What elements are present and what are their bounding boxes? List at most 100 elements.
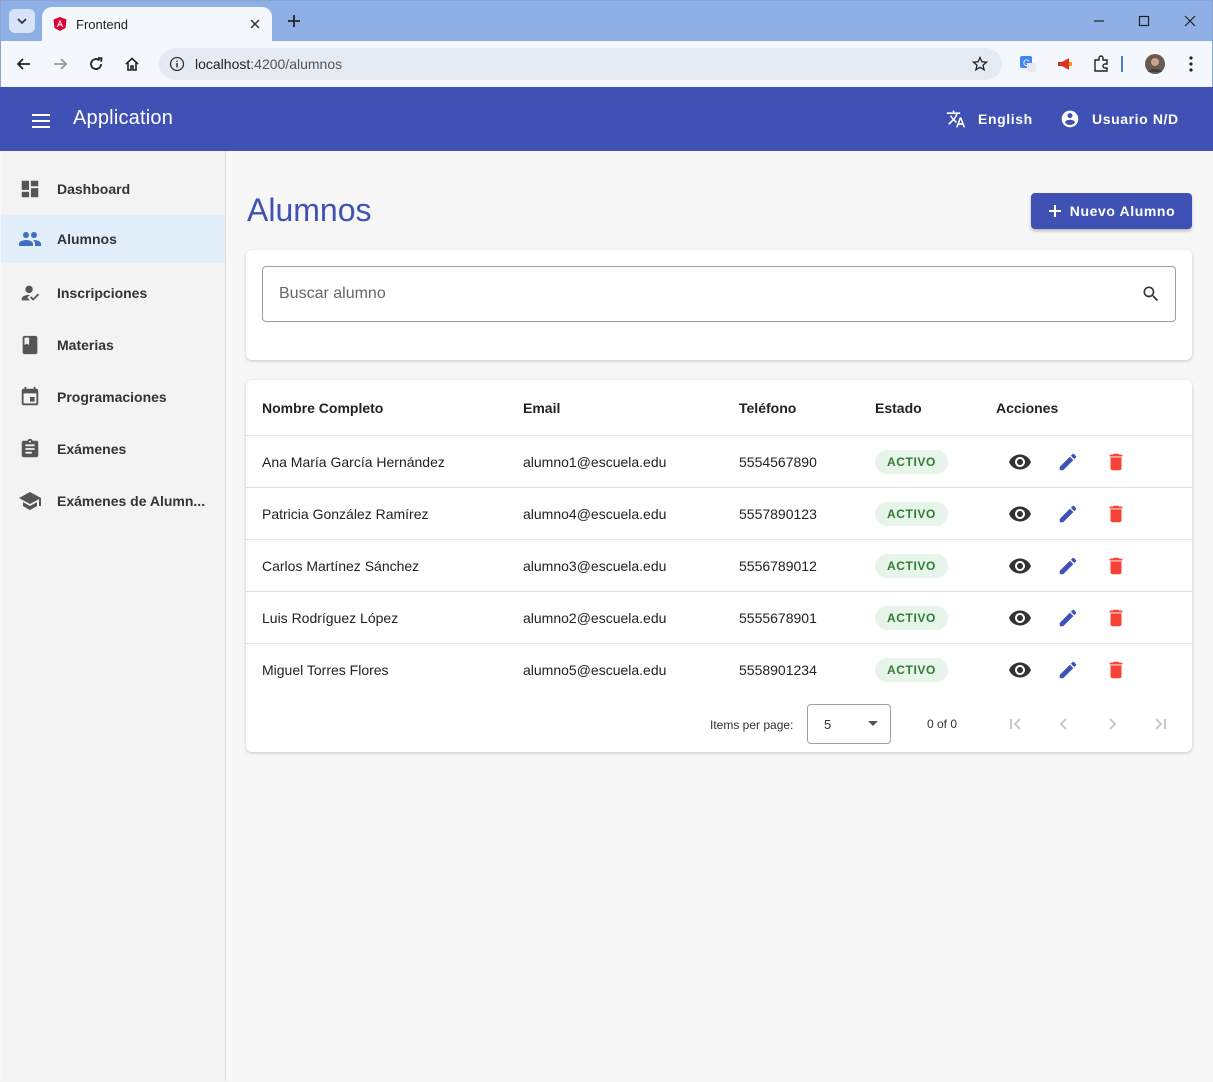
trash-icon bbox=[1109, 505, 1123, 522]
search-field[interactable] bbox=[262, 266, 1176, 322]
view-button[interactable] bbox=[1002, 652, 1038, 688]
table-row: Luis Rodríguez López alumno2@escuela.edu… bbox=[246, 592, 1192, 644]
new-alumno-button[interactable]: Nuevo Alumno bbox=[1031, 193, 1192, 229]
edit-pencil-icon bbox=[1059, 661, 1077, 679]
sidebar-item-materias[interactable]: Materias bbox=[1, 321, 225, 369]
search-input[interactable] bbox=[279, 285, 1139, 303]
page-title: Alumnos bbox=[247, 192, 372, 228]
eye-icon bbox=[1009, 558, 1031, 573]
delete-button[interactable] bbox=[1098, 548, 1134, 584]
range-label: 0 of 0 bbox=[927, 717, 958, 731]
extensions-puzzle-icon[interactable] bbox=[1089, 52, 1113, 76]
edit-button[interactable] bbox=[1050, 548, 1086, 584]
user-menu-button[interactable]: Usuario N/D bbox=[1060, 105, 1179, 133]
cell-nombre: Miguel Torres Flores bbox=[262, 662, 389, 678]
sidebar-item-label: Alumnos bbox=[57, 231, 117, 247]
status-badge: ACTIVO bbox=[875, 501, 948, 526]
delete-button[interactable] bbox=[1098, 496, 1134, 532]
reload-icon[interactable] bbox=[82, 50, 110, 78]
forward-icon[interactable] bbox=[46, 50, 74, 78]
view-button[interactable] bbox=[1002, 444, 1038, 480]
cell-nombre: Patricia González Ramírez bbox=[262, 505, 429, 522]
alumnos-table: Nombre Completo Email Teléfono Estado Ac… bbox=[246, 380, 1192, 752]
new-tab-icon[interactable] bbox=[283, 10, 305, 32]
trash-icon bbox=[1109, 453, 1123, 470]
bookmark-star-icon[interactable] bbox=[966, 50, 994, 78]
status-badge: ACTIVO bbox=[875, 658, 948, 682]
tab-search-button[interactable] bbox=[9, 9, 35, 33]
dashboard-icon bbox=[18, 177, 42, 201]
delete-button[interactable] bbox=[1098, 444, 1134, 480]
sidebar-item-dashboard[interactable]: Dashboard bbox=[1, 165, 225, 213]
book-icon bbox=[18, 333, 42, 357]
edit-pencil-icon bbox=[1059, 609, 1077, 626]
view-button[interactable] bbox=[1002, 548, 1038, 584]
back-icon[interactable] bbox=[10, 50, 38, 78]
sidebar-item-programaciones[interactable]: Programaciones bbox=[1, 373, 225, 421]
edit-button[interactable] bbox=[1050, 600, 1086, 636]
column-header-nombre[interactable]: Nombre Completo bbox=[262, 400, 383, 416]
cell-telefono: 5556789012 bbox=[739, 557, 817, 574]
search-icon[interactable] bbox=[1139, 282, 1163, 306]
minimize-icon[interactable] bbox=[1076, 8, 1122, 34]
dropdown-arrow-icon bbox=[868, 721, 878, 726]
how-to-reg-icon bbox=[18, 281, 42, 305]
column-header-email[interactable]: Email bbox=[523, 400, 560, 416]
home-icon[interactable] bbox=[118, 50, 146, 78]
translate-extension-icon[interactable]: G bbox=[1016, 52, 1040, 76]
megaphone-extension-icon[interactable] bbox=[1053, 52, 1077, 76]
maximize-icon[interactable] bbox=[1121, 8, 1167, 34]
last-page-button[interactable] bbox=[1144, 708, 1176, 740]
previous-page-button[interactable] bbox=[1048, 708, 1080, 740]
event-icon bbox=[18, 385, 42, 409]
cell-telefono: 5558901234 bbox=[739, 662, 817, 678]
browser-menu-icon[interactable] bbox=[1179, 52, 1203, 76]
cell-email: alumno3@escuela.edu bbox=[523, 557, 667, 574]
url-path: :4200/alumnos bbox=[250, 56, 343, 72]
edit-button[interactable] bbox=[1050, 496, 1086, 532]
tab-title: Frontend bbox=[76, 16, 129, 32]
menu-icon[interactable] bbox=[27, 107, 55, 135]
edit-button[interactable] bbox=[1050, 652, 1086, 688]
profile-avatar[interactable] bbox=[1143, 52, 1167, 76]
app-toolbar: Application English Usuario N/D bbox=[0, 87, 1213, 151]
items-per-page-label: Items per page: bbox=[710, 718, 794, 732]
site-info-icon[interactable] bbox=[167, 54, 187, 74]
chevron-right-icon bbox=[1109, 718, 1117, 730]
address-bar[interactable]: localhost:4200/alumnos bbox=[159, 48, 1002, 80]
edit-button[interactable] bbox=[1050, 444, 1086, 480]
cell-email: alumno5@escuela.edu bbox=[523, 662, 667, 678]
first-page-button[interactable] bbox=[1000, 708, 1032, 740]
account-circle-icon bbox=[1061, 110, 1079, 128]
language-button[interactable]: English bbox=[946, 105, 1033, 133]
first-page-icon bbox=[1010, 718, 1021, 730]
eye-icon bbox=[1009, 610, 1031, 625]
eye-icon bbox=[1009, 662, 1031, 678]
view-button[interactable] bbox=[1002, 496, 1038, 532]
language-label: English bbox=[978, 111, 1033, 127]
tab-strip: Frontend bbox=[1, 1, 1212, 41]
sidebar-item-inscripciones[interactable]: Inscripciones bbox=[1, 269, 225, 317]
sidebar-item-alumnos[interactable]: Alumnos bbox=[1, 215, 225, 263]
view-button[interactable] bbox=[1002, 600, 1038, 636]
cell-email: alumno4@escuela.edu bbox=[523, 505, 667, 522]
delete-button[interactable] bbox=[1098, 600, 1134, 636]
toolbar-divider bbox=[1121, 56, 1123, 72]
column-header-estado[interactable]: Estado bbox=[875, 400, 922, 416]
status-badge: ACTIVO bbox=[875, 605, 948, 630]
page-size-select[interactable]: 5 bbox=[807, 704, 891, 744]
browser-tab[interactable]: Frontend bbox=[42, 7, 272, 41]
status-badge: ACTIVO bbox=[875, 449, 948, 474]
edit-pencil-icon bbox=[1059, 453, 1077, 470]
window-close-icon[interactable] bbox=[1167, 8, 1213, 34]
sidebar-item-label: Dashboard bbox=[57, 181, 131, 197]
delete-button[interactable] bbox=[1098, 652, 1134, 688]
sidebar-item-examenes[interactable]: Exámenes bbox=[1, 425, 225, 473]
column-header-telefono[interactable]: Teléfono bbox=[739, 400, 796, 416]
app-title: Application bbox=[73, 107, 174, 129]
sidebar-item-label: Exámenes de Alumn... bbox=[57, 493, 206, 509]
next-page-button[interactable] bbox=[1096, 708, 1128, 740]
tab-close-icon[interactable] bbox=[244, 13, 266, 35]
table-row: Miguel Torres Flores alumno5@escuela.edu… bbox=[246, 644, 1192, 696]
sidebar-item-examenes-alumnos[interactable]: Exámenes de Alumn... bbox=[1, 477, 225, 525]
